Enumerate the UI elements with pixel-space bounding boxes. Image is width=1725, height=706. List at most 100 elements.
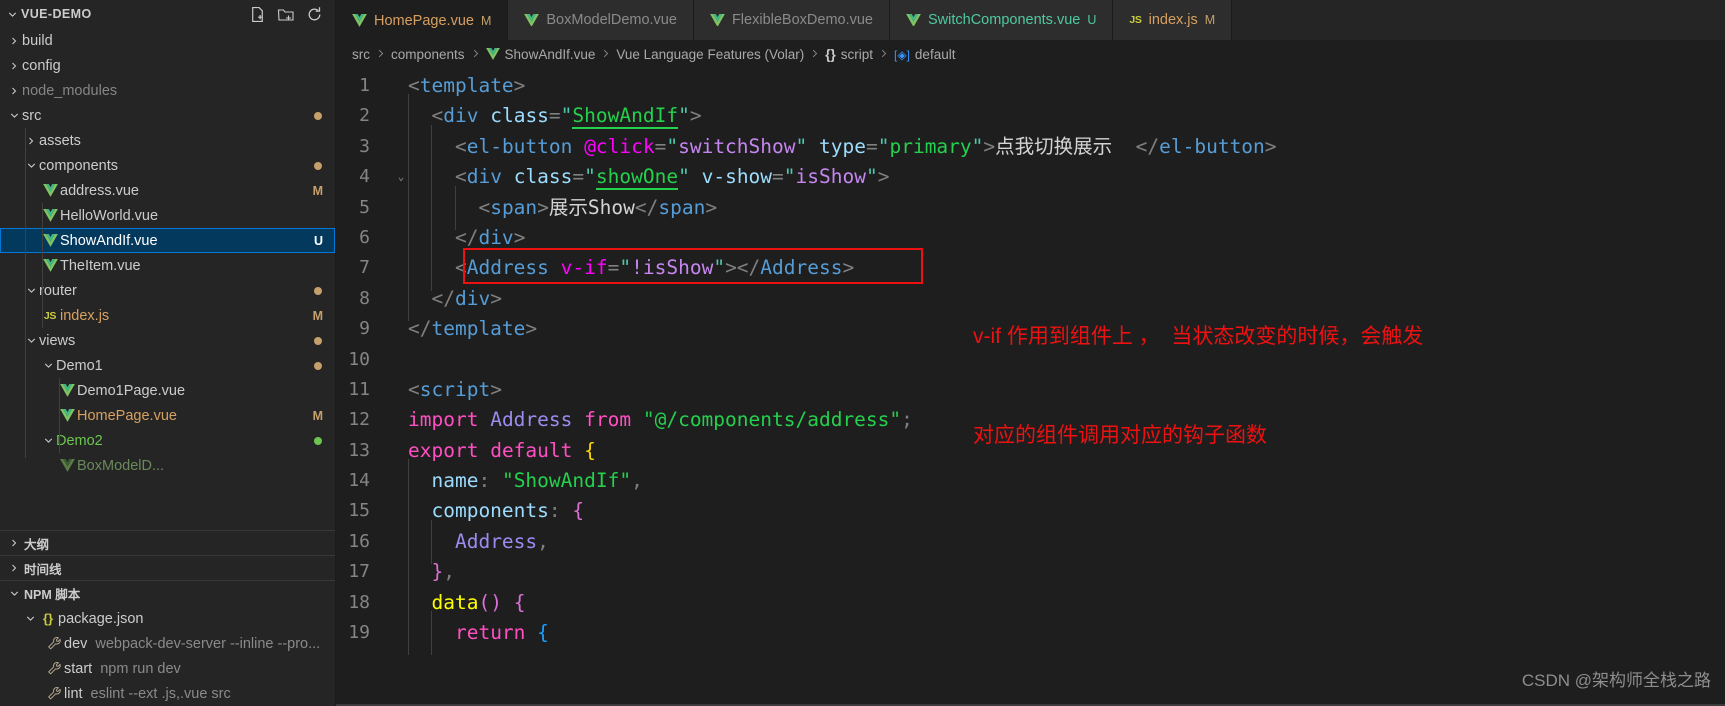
refresh-icon[interactable] [306,6,323,23]
code-line-19[interactable]: 19 return { [336,611,1725,656]
npm-script-command: eslint --ext .js,.vue src [90,685,231,702]
tree-item-router[interactable]: router [0,278,335,303]
new-folder-icon[interactable] [277,6,295,23]
breadcrumb-item-default[interactable]: [◈] default [894,47,955,62]
line-number: 7 [359,257,370,279]
line-number: 17 [348,561,370,583]
npm-package-json[interactable]: {} package.json [0,606,335,631]
chevron-right-icon[interactable] [6,60,22,72]
timeline-panel[interactable]: 时间线 [0,555,335,580]
breadcrumb-item-src[interactable]: src [352,47,370,62]
code-line-text: return { [408,611,549,656]
npm-script-name: start [64,660,93,677]
wrench-icon [44,686,64,701]
code-line-text: <div class="ShowAndIf"> [408,94,702,139]
npm-script-dev[interactable]: dev webpack-dev-server --inline --pro... [0,631,335,656]
fold-indicator[interactable]: ⌄ [394,162,408,192]
code-line-text: <div class="showOne" v-show="isShow"> [408,155,890,200]
code-line-text: </template> [408,317,538,341]
line-number: 12 [348,409,370,431]
line-number: 9 [359,318,370,340]
code-line-text: name: "ShowAndIf", [408,459,643,504]
breadcrumb[interactable]: src components ShowAndIf.vue Vue Language F… [336,40,1725,69]
code-line-16[interactable]: 16 Address, [336,519,1725,565]
tab-flexibleboxdemo-vue[interactable]: FlexibleBoxDemo.vue [693,0,890,40]
code-editor[interactable]: 1 <template> 2 <div class="ShowAndIf"> 3 <e… [336,69,1725,706]
npm-scripts-header[interactable]: NPM 脚本 [0,581,335,606]
explorer-header[interactable]: VUE-DEMO [0,0,335,28]
chevron-down-icon[interactable] [40,434,56,447]
tree-item-label: Demo1Page.vue [77,382,186,399]
annotation-line-1: v-if 作用到组件上 ， 当状态改变的时候，会触发 [973,325,1424,348]
code-line-text: components: { [408,489,584,534]
tree-item-helloworld-vue[interactable]: HelloWorld.vue [0,203,335,228]
tree-item-node-modules[interactable]: node_modules [0,78,335,103]
tree-item-label: src [22,107,42,124]
chevron-down-icon[interactable] [40,359,56,372]
tree-item-homepage-vue[interactable]: HomePage.vue M [0,403,335,428]
npm-scripts-label: NPM 脚本 [24,588,81,602]
breadcrumb-item-showandif-vue[interactable]: ShowAndIf.vue [485,47,595,62]
chevron-down-icon[interactable] [6,8,19,21]
npm-script-start[interactable]: start npm run dev [0,656,335,681]
chevron-right-icon[interactable] [6,35,22,47]
breadcrumb-item-components[interactable]: components [391,47,465,62]
code-line-text: <Address v-if="!isShow"></Address> [408,246,854,291]
code-line-text: <template> [408,74,526,97]
breadcrumb-item-vue-language-features-volar[interactable]: Vue Language Features (Volar) [616,47,804,62]
editor-tabs: HomePage.vue M BoxModelDemo.vue FlexibleBox… [336,0,1725,40]
breadcrumb-separator [600,48,611,62]
file-tree[interactable]: build config node_modulessrc assets componen… [0,28,335,530]
tree-item-theitem-vue[interactable]: TheItem.vue [0,253,335,278]
breadcrumb-label: src [352,47,370,62]
vue-file-icon [57,409,77,422]
tab-boxmodeldemo-vue[interactable]: BoxModelDemo.vue [508,0,694,40]
new-file-icon[interactable] [249,6,266,23]
tree-item-views[interactable]: views [0,328,335,353]
tree-item-src[interactable]: src [0,103,335,128]
tree-item-index-js[interactable]: JS index.js M [0,303,335,328]
tab-bar-empty [1232,0,1725,40]
vue-file-icon [40,259,60,272]
code-line-17[interactable]: 17 }, [336,550,1725,595]
tree-item-demo1[interactable]: Demo1 [0,353,335,378]
annotation-text: v-if 作用到组件上 ， 当状态改变的时候，会触发 对应的组件调用对应的钩子函… [973,254,1423,518]
code-line-3[interactable]: 3 <el-button @click="switchShow" type="p… [336,124,1725,170]
code-line-text: import Address from "@/components/addres… [408,408,913,432]
chevron-down-icon[interactable] [6,109,22,122]
breadcrumb-separator [470,48,481,62]
tab-homepage-vue[interactable]: HomePage.vue M [336,0,509,40]
tree-item-assets[interactable]: assets [0,128,335,153]
npm-script-lint[interactable]: lint eslint --ext .js,.vue src [0,681,335,706]
outline-panel-label: 大纲 [24,537,50,552]
code-line-6[interactable]: 6 </div> [336,215,1725,261]
tab-label: FlexibleBoxDemo.vue [731,12,873,28]
line-number: 15 [348,500,370,522]
vue-file-icon [485,48,500,61]
breadcrumb-separator [878,48,889,62]
annotation-line-2: 对应的组件调用对应的钩子函数 [973,424,1267,447]
outline-panel[interactable]: 大纲 [0,530,335,555]
tree-item-address-vue[interactable]: address.vue M [0,178,335,203]
code-line-text: Address, [408,519,549,565]
tab-switchcomponents-vue[interactable]: SwitchComponents.vue U [890,0,1114,40]
code-line-18[interactable]: 18 data() { [336,580,1725,626]
tree-item-components[interactable]: components [0,153,335,178]
code-line-5[interactable]: 5 <span>展示Show</span> [336,185,1725,230]
breadcrumb-item-script[interactable]: {} script [825,47,873,62]
tree-item-build[interactable]: build [0,28,335,53]
code-line-text: <el-button @click="switchShow" type="pri… [408,124,1277,170]
chevron-right-icon[interactable] [6,85,22,97]
code-line-1[interactable]: 1 <template> [336,71,1725,101]
tree-item-config[interactable]: config [0,53,335,78]
code-line-4[interactable]: 4 ⌄ <div class="showOne" v-show="isShow"> [336,155,1725,200]
tree-item-showandif-vue[interactable]: ShowAndIf.vue U [0,228,335,253]
tree-item-demo2[interactable]: Demo2 [0,428,335,453]
code-line-2[interactable]: 2 <div class="ShowAndIf"> [336,94,1725,139]
tree-item-demo1page-vue[interactable]: Demo1Page.vue [0,378,335,403]
tab-index-js[interactable]: JS index.js M [1113,0,1233,40]
tree-item-boxmodeld[interactable]: BoxModelD... [0,453,335,478]
npm-script-name: dev [64,635,88,652]
chevron-down-icon [6,587,22,600]
line-number: 11 [348,378,370,400]
